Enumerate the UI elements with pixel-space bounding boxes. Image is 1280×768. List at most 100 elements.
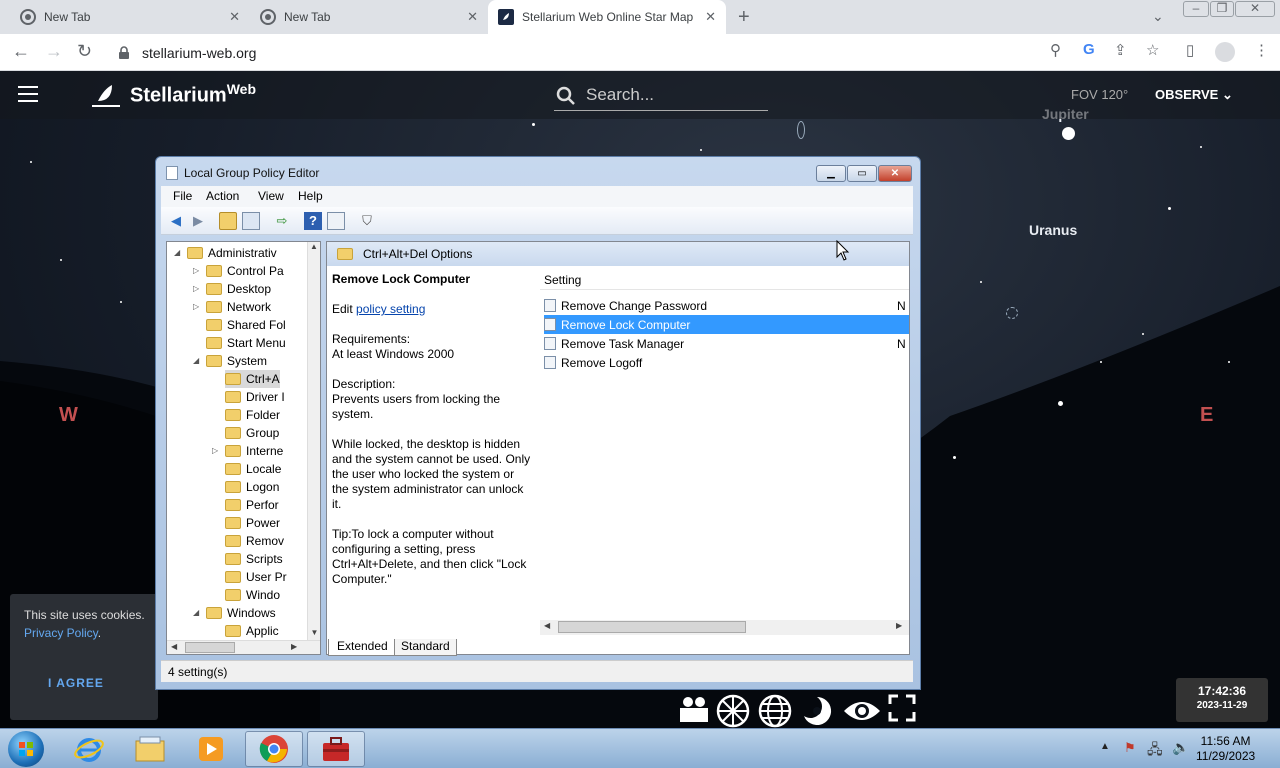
browser-tab[interactable]: New Tab ✕ [250,0,488,34]
hamburger-menu-icon[interactable] [18,86,38,102]
reload-icon[interactable]: ↻ [77,41,92,62]
file-explorer-icon[interactable] [121,731,179,767]
galaxy-marker[interactable] [797,121,805,139]
show-hide-tree-icon[interactable] [242,212,260,230]
star[interactable] [1168,207,1171,210]
browser-tab-active[interactable]: Stellarium Web Online Star Map ✕ [488,0,726,34]
tree-node[interactable]: ◢ Windows [193,604,276,622]
up-folder-icon[interactable] [219,212,237,230]
star[interactable] [980,281,982,283]
restore-window-button[interactable]: ❐ [1210,1,1234,17]
close-tab-icon[interactable]: ✕ [467,9,478,25]
planet-label-uranus[interactable]: Uranus [1029,222,1077,238]
share-icon[interactable]: ⇪ [1114,41,1127,59]
start-button[interactable] [8,731,44,767]
tree-vertical-scrollbar[interactable]: ▲ ▼ [307,242,320,640]
forward-arrow-icon[interactable]: ▶ [189,212,207,230]
star[interactable] [700,149,702,151]
setting-row[interactable]: Remove Logoff [544,353,909,372]
fullscreen-icon[interactable] [888,694,916,725]
tree-node[interactable]: ▷ Control Pa [193,262,284,280]
eye-view-icon[interactable] [842,697,882,728]
network-icon[interactable]: 🖧 [1147,739,1163,763]
side-panel-icon[interactable]: ▯ [1186,41,1194,59]
properties-icon[interactable] [327,212,345,230]
cluster-marker[interactable] [1006,307,1018,319]
expand-arrow-icon[interactable]: ▷ [212,446,218,455]
more-menu-icon[interactable]: ⋮ [1254,41,1269,59]
tree-node[interactable]: Perfor [225,496,279,514]
tree-node[interactable]: ◢ Administrativ [174,244,277,262]
tree-node[interactable]: Remov [225,532,284,550]
stellarium-logo[interactable]: StellariumWeb [130,81,256,108]
internet-explorer-icon[interactable] [60,731,118,767]
menu-view[interactable]: View [258,189,284,203]
close-tab-icon[interactable]: ✕ [229,9,240,25]
tree-node[interactable]: Windo [225,586,280,604]
tree-node[interactable]: Start Menu [206,334,286,352]
close-tab-icon[interactable]: ✕ [705,9,716,25]
sky-search-input[interactable]: Search... [554,83,768,111]
tree-node[interactable]: Logon [225,478,279,496]
filter-icon[interactable]: ⛉ [358,212,376,230]
time-date-widget[interactable]: 17:42:36 2023-11-29 [1176,678,1268,722]
collapse-arrow-icon[interactable]: ◢ [193,608,199,617]
expand-arrow-icon[interactable]: ▷ [193,284,199,293]
menu-help[interactable]: Help [298,189,323,203]
star[interactable] [1200,146,1202,148]
system-clock[interactable]: 11:56 AM 11/29/2023 [1196,734,1255,764]
equatorial-grid-icon[interactable] [758,694,792,728]
star[interactable] [120,301,122,303]
minimize-window-button[interactable]: – [1183,1,1209,17]
star[interactable] [30,161,32,163]
back-icon[interactable]: ← [12,41,30,62]
deep-sky-objects-icon[interactable] [800,694,834,728]
maximize-button[interactable]: ▭ [847,165,877,182]
forward-icon[interactable]: → [45,41,63,62]
tree-node[interactable]: Scripts [225,550,283,568]
setting-row[interactable]: Remove Task Manager N [544,334,909,353]
policy-setting-link[interactable]: policy setting [356,302,425,316]
star[interactable] [953,456,956,459]
star[interactable] [1142,333,1144,335]
toolbox-app-icon[interactable] [307,731,365,767]
tree-node[interactable]: ▷ Interne [212,442,283,460]
column-header-setting[interactable]: Setting [540,270,909,290]
browser-tab[interactable]: New Tab ✕ [0,0,250,34]
location-icon[interactable]: ⚲ [1050,41,1061,59]
address-bar[interactable]: stellarium-web.org [118,41,256,65]
menu-file[interactable]: File [173,189,192,203]
tree-node[interactable]: Power [225,514,280,532]
expand-arrow-icon[interactable]: ▷ [193,266,199,275]
setting-row-selected[interactable]: Remove Lock Computer [544,315,909,334]
tree-node[interactable]: ◢ System [193,352,267,370]
expand-arrow-icon[interactable]: ▷ [193,302,199,311]
tree-node[interactable]: Shared Fol [206,316,286,334]
minimize-button[interactable]: ▁ [816,165,846,182]
profile-avatar[interactable] [1215,42,1235,62]
close-button[interactable]: ✕ [878,165,912,182]
action-center-icon[interactable]: ⚑ [1124,740,1136,756]
collapse-arrow-icon[interactable]: ◢ [193,356,199,365]
close-window-button[interactable]: ✕ [1235,1,1275,17]
settings-horizontal-scrollbar[interactable]: ◀ ▶ [540,620,909,635]
tab-extended[interactable]: Extended [328,639,397,656]
chrome-taskbar-icon[interactable] [245,731,303,767]
tree-node[interactable]: ▷ Desktop [193,280,271,298]
tree-node[interactable]: Group [225,424,279,442]
star[interactable] [1100,361,1102,363]
tree-node[interactable]: Locale [225,460,281,478]
volume-icon[interactable]: 🔈 [1172,739,1189,756]
tree-node[interactable]: Applic [225,622,279,640]
help-icon[interactable]: ? [304,212,322,230]
star[interactable] [532,123,535,126]
agree-button[interactable]: I AGREE [48,676,104,690]
bookmark-star-icon[interactable]: ☆ [1146,41,1159,59]
constellations-art-icon[interactable] [678,694,710,724]
collapse-arrow-icon[interactable]: ◢ [174,248,180,257]
tab-search-icon[interactable]: ⌄ [1152,8,1164,25]
menu-action[interactable]: Action [206,189,239,203]
tree-node[interactable]: ▷ Network [193,298,271,316]
tree-node[interactable]: User Pr [225,568,287,586]
tree-node[interactable]: Driver I [225,388,285,406]
